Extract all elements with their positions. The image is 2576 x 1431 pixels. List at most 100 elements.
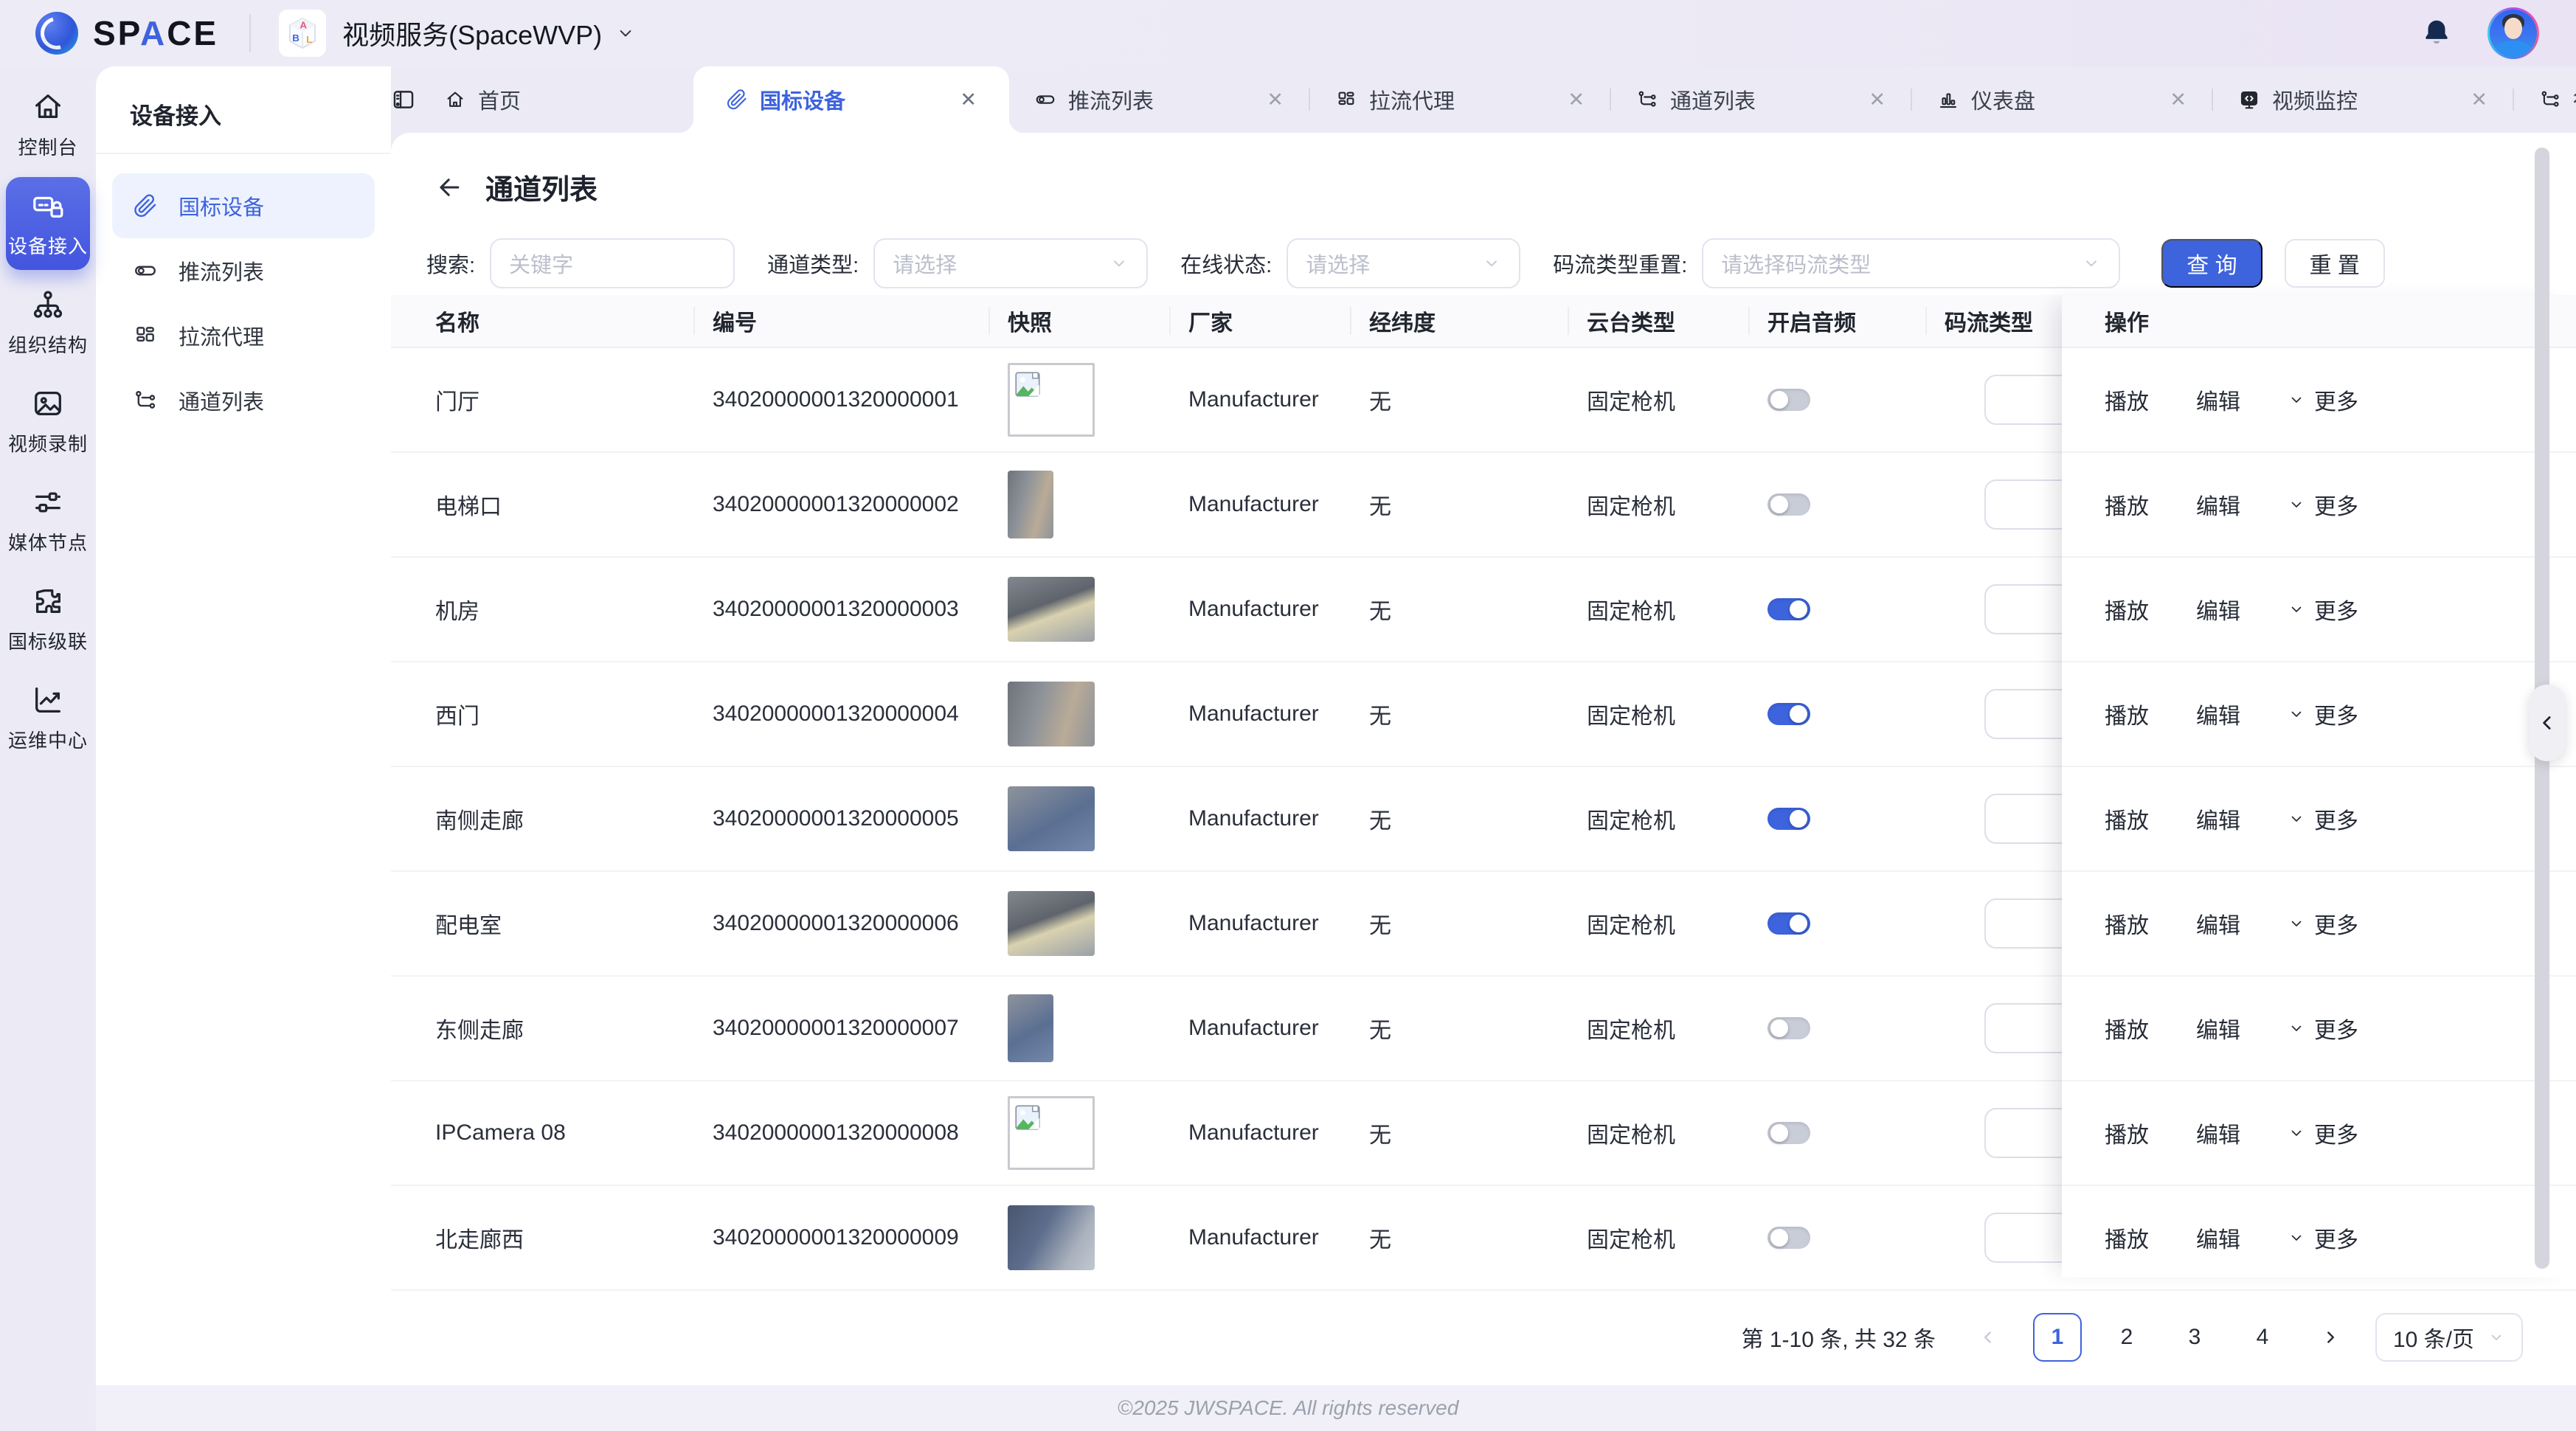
- edit-link[interactable]: 编辑: [2196, 907, 2240, 940]
- more-dropdown[interactable]: 更多: [2288, 488, 2358, 521]
- snapshot-broken-image[interactable]: [1008, 1096, 1095, 1170]
- sidebar-item-拉流代理[interactable]: 拉流代理: [112, 303, 375, 368]
- rail-item-控制台[interactable]: 控制台: [6, 78, 90, 171]
- rail-item-国标级联[interactable]: 国标级联: [6, 572, 90, 665]
- play-link[interactable]: 播放: [2105, 593, 2149, 626]
- user-avatar[interactable]: [2487, 7, 2539, 59]
- snapshot-thumbnail[interactable]: [1008, 891, 1095, 956]
- play-link[interactable]: 播放: [2105, 1012, 2149, 1044]
- tab-行政区划[interactable]: 行政区划✕: [2514, 66, 2576, 133]
- play-link[interactable]: 播放: [2105, 803, 2149, 835]
- edit-link[interactable]: 编辑: [2196, 593, 2240, 626]
- snapshot-thumbnail[interactable]: [1008, 471, 1053, 538]
- close-icon[interactable]: ✕: [1854, 89, 1886, 111]
- more-dropdown[interactable]: 更多: [2288, 907, 2358, 940]
- rail-item-视频录制[interactable]: 视频录制: [6, 375, 90, 468]
- play-link[interactable]: 播放: [2105, 384, 2149, 416]
- audio-toggle[interactable]: [1767, 1122, 1810, 1144]
- audio-toggle[interactable]: [1767, 912, 1810, 935]
- edit-link[interactable]: 编辑: [2196, 488, 2240, 521]
- close-icon[interactable]: ✕: [2456, 89, 2487, 111]
- close-icon[interactable]: ✕: [1553, 89, 1585, 111]
- sidebar-item-通道列表[interactable]: 通道列表: [112, 368, 375, 433]
- play-link[interactable]: 播放: [2105, 488, 2149, 521]
- more-dropdown[interactable]: 更多: [2288, 1117, 2358, 1149]
- page-button-4[interactable]: 4: [2240, 1314, 2285, 1360]
- more-dropdown[interactable]: 更多: [2288, 593, 2358, 626]
- snapshot-cell: [988, 994, 1169, 1062]
- tab-通道列表[interactable]: 通道列表✕: [1611, 66, 1911, 133]
- filter-select-3[interactable]: 请选择码流类型: [1702, 238, 2120, 288]
- page-size-select[interactable]: 10 条/页: [2375, 1313, 2523, 1362]
- snapshot-broken-image[interactable]: [1008, 363, 1095, 437]
- tab-推流列表[interactable]: 推流列表✕: [1009, 66, 1309, 133]
- play-link[interactable]: 播放: [2105, 698, 2149, 730]
- audio-toggle[interactable]: [1767, 598, 1810, 620]
- audio-toggle[interactable]: [1767, 493, 1810, 516]
- play-link[interactable]: 播放: [2105, 1117, 2149, 1149]
- close-icon[interactable]: ✕: [945, 89, 977, 111]
- snapshot-thumbnail[interactable]: [1008, 1205, 1095, 1270]
- edit-link[interactable]: 编辑: [2196, 384, 2240, 416]
- sidebar-item-国标设备[interactable]: 国标设备: [112, 173, 375, 238]
- snapshot-thumbnail[interactable]: [1008, 577, 1095, 642]
- audio-toggle[interactable]: [1767, 1017, 1810, 1039]
- reset-button[interactable]: 重 置: [2285, 239, 2385, 288]
- audio-toggle[interactable]: [1767, 703, 1810, 725]
- more-dropdown[interactable]: 更多: [2288, 384, 2358, 416]
- close-icon[interactable]: ✕: [2155, 89, 2187, 111]
- rail-item-运维中心[interactable]: 运维中心: [6, 671, 90, 764]
- notification-bell-icon[interactable]: [2420, 16, 2454, 50]
- play-link[interactable]: 播放: [2105, 907, 2149, 940]
- audio-toggle[interactable]: [1767, 808, 1810, 830]
- tab-list-button[interactable]: [391, 66, 416, 133]
- rail-item-组织结构[interactable]: 组织结构: [6, 276, 90, 369]
- more-dropdown[interactable]: 更多: [2288, 698, 2358, 730]
- filter-group-3: 码流类型重置:请选择码流类型: [1553, 238, 2120, 288]
- query-button[interactable]: 查 询: [2161, 239, 2262, 288]
- prev-page-button[interactable]: [1965, 1314, 2011, 1360]
- audio-toggle-cell: [1748, 493, 1925, 516]
- filter-select-1[interactable]: 请选择: [873, 238, 1148, 288]
- more-dropdown[interactable]: 更多: [2288, 1012, 2358, 1044]
- channel-name: 南侧走廊: [435, 803, 693, 835]
- filter-select-2[interactable]: 请选择: [1287, 238, 1520, 288]
- tab-国标设备[interactable]: 国标设备✕: [693, 66, 1009, 133]
- snapshot-thumbnail[interactable]: [1008, 994, 1053, 1062]
- page-button-2[interactable]: 2: [2104, 1314, 2150, 1360]
- tab-拉流代理[interactable]: 拉流代理✕: [1310, 66, 1610, 133]
- column-header-label: 经纬度: [1369, 305, 1436, 337]
- more-dropdown[interactable]: 更多: [2288, 1222, 2358, 1254]
- app-title[interactable]: 视频服务(SpaceWVP): [342, 14, 602, 52]
- panel-collapse-handle[interactable]: [2529, 685, 2566, 761]
- next-page-button[interactable]: [2307, 1314, 2353, 1360]
- tab-首页[interactable]: 首页: [416, 66, 693, 133]
- close-icon[interactable]: ✕: [1252, 89, 1284, 111]
- snapshot-thumbnail[interactable]: [1008, 682, 1095, 746]
- audio-toggle[interactable]: [1767, 1227, 1810, 1249]
- edit-link[interactable]: 编辑: [2196, 698, 2240, 730]
- page-button-1[interactable]: 1: [2033, 1313, 2082, 1362]
- rail-item-设备接入[interactable]: 设备接入: [6, 177, 90, 270]
- channel-code: 34020000001320000002: [693, 492, 988, 517]
- edit-link[interactable]: 编辑: [2196, 803, 2240, 835]
- rail-item-媒体节点[interactable]: 媒体节点: [6, 474, 90, 566]
- channel-code: 34020000001320000008: [693, 1120, 988, 1146]
- edit-link[interactable]: 编辑: [2196, 1012, 2240, 1044]
- tab-视频监控[interactable]: 视频监控✕: [2213, 66, 2513, 133]
- chevron-down-icon[interactable]: [615, 23, 636, 44]
- snapshot-thumbnail[interactable]: [1008, 786, 1095, 851]
- back-arrow-icon[interactable]: [435, 173, 463, 201]
- tab-仪表盘[interactable]: 仪表盘✕: [1912, 66, 2212, 133]
- search-input[interactable]: 关键字: [490, 238, 735, 288]
- page-button-3[interactable]: 3: [2172, 1314, 2217, 1360]
- vendor: Manufacturer: [1169, 1225, 1350, 1250]
- edit-link[interactable]: 编辑: [2196, 1117, 2240, 1149]
- more-dropdown[interactable]: 更多: [2288, 803, 2358, 835]
- play-link[interactable]: 播放: [2105, 1222, 2149, 1254]
- audio-toggle[interactable]: [1767, 389, 1810, 411]
- sidebar-item-推流列表[interactable]: 推流列表: [112, 238, 375, 303]
- rail-item-label: 运维中心: [8, 726, 88, 753]
- edit-link[interactable]: 编辑: [2196, 1222, 2240, 1254]
- chevron-left-icon: [2321, 1328, 2340, 1347]
